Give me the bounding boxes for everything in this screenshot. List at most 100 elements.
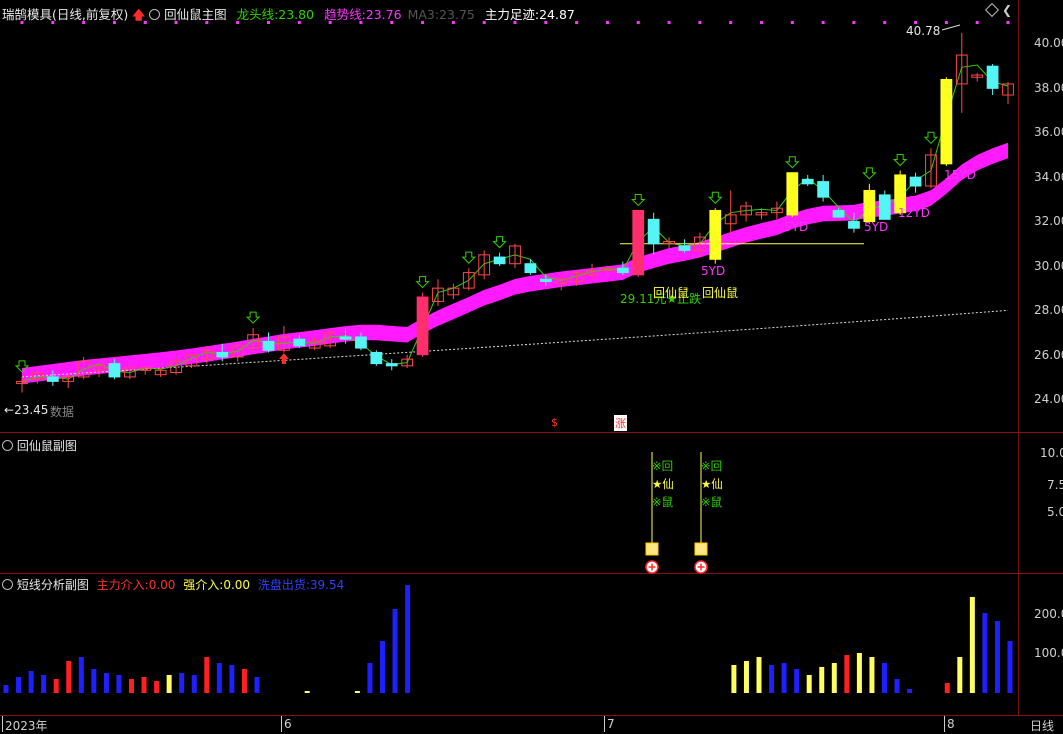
high-pointer bbox=[941, 24, 961, 31]
y-tick: 36.00 bbox=[1034, 125, 1063, 139]
candle-body bbox=[986, 65, 999, 89]
top-signal-dot bbox=[944, 21, 948, 24]
top-signal-dot bbox=[1006, 21, 1010, 24]
candle-body bbox=[632, 209, 645, 276]
line-legend-footprint: 主力足迹:24.87 bbox=[484, 7, 575, 22]
top-signal-dot bbox=[605, 21, 609, 24]
sub2-item: 主力介入:0.00 bbox=[96, 578, 176, 592]
y-tick: 30.00 bbox=[1034, 259, 1063, 273]
down-arrow-icon bbox=[862, 167, 877, 180]
sub2-y-tick: 200.00 bbox=[1034, 607, 1063, 621]
y-tick: 34.00 bbox=[1034, 170, 1063, 184]
sub1-y-tick: 5.00 bbox=[1047, 505, 1063, 519]
settings-circle-icon[interactable] bbox=[2, 579, 13, 590]
stock-name[interactable]: 瑞鹄模具 bbox=[2, 7, 52, 22]
candle-body bbox=[817, 181, 830, 198]
down-arrow-icon bbox=[461, 251, 476, 264]
sub1-header: 回仙鼠副图 bbox=[2, 437, 77, 454]
candle-body bbox=[293, 338, 306, 347]
down-arrow-icon bbox=[708, 191, 723, 204]
signal-column-1: ※回 ★仙 ※鼠 bbox=[652, 459, 674, 509]
candle-body bbox=[786, 172, 799, 216]
yd-label-2: 5YD bbox=[784, 220, 809, 234]
candle-body bbox=[416, 296, 429, 356]
top-signal-dot bbox=[975, 21, 979, 24]
sub2-title[interactable]: 短线分析副图 bbox=[17, 578, 89, 592]
line-legend-ma3: MA3:23.75 bbox=[407, 7, 475, 22]
candle-body bbox=[878, 194, 891, 220]
chart-header: 瑞鹄模具(日线,前复权) 🡅 回仙鼠主图 龙头线:23.80 趋势线:23.76… bbox=[2, 4, 575, 27]
red-up-arrow-icon: 🡅 bbox=[132, 7, 146, 22]
top-signal-dot bbox=[760, 21, 763, 24]
top-signal-dot bbox=[852, 21, 856, 24]
candle-body bbox=[801, 178, 814, 185]
x-label: 7 bbox=[607, 717, 615, 731]
top-signal-dot bbox=[729, 21, 733, 24]
indicator-name[interactable]: 回仙鼠主图 bbox=[164, 7, 227, 22]
top-signal-dot bbox=[667, 21, 671, 24]
down-arrow-icon bbox=[923, 131, 939, 145]
down-arrow-icon bbox=[631, 193, 646, 207]
candle-body bbox=[385, 363, 398, 367]
settings-circle-icon[interactable] bbox=[149, 9, 161, 20]
candle-body bbox=[647, 218, 660, 245]
period-label[interactable]: (日线,前复权) bbox=[52, 7, 128, 22]
candle-body bbox=[832, 209, 845, 218]
candle-body bbox=[709, 209, 722, 260]
rat-label-2: 回仙鼠 bbox=[702, 286, 739, 300]
candle-body bbox=[108, 363, 121, 378]
y-tick: 26.00 bbox=[1034, 348, 1063, 362]
collapse-chevron-icon[interactable]: ❮ bbox=[1002, 3, 1012, 17]
sub1-y-tick: 10.00 bbox=[1040, 446, 1063, 460]
line-legend-trend: 趋势线:23.76 bbox=[324, 7, 402, 22]
top-signal-dot bbox=[698, 21, 702, 24]
y-tick: 28.00 bbox=[1034, 303, 1063, 317]
buy-arrow-icon bbox=[278, 353, 289, 364]
down-arrow-icon bbox=[892, 153, 908, 167]
candle-body bbox=[493, 256, 506, 265]
candle-body bbox=[848, 221, 860, 229]
candle-body bbox=[262, 340, 275, 351]
sub-panel-1[interactable] bbox=[0, 433, 1018, 573]
x-label: 6 bbox=[284, 717, 292, 731]
y-tick: 40.00 bbox=[1034, 36, 1063, 50]
left-note: 数据 bbox=[50, 405, 75, 419]
top-signal-dot bbox=[790, 21, 794, 24]
top-signal-dot bbox=[883, 21, 887, 24]
line-legend-dragon: 龙头线:23.80 bbox=[236, 7, 315, 22]
rat-label-1: 回仙鼠 bbox=[653, 286, 690, 300]
top-signal-dot bbox=[575, 21, 579, 24]
period-tab[interactable]: 日线 bbox=[1030, 717, 1054, 734]
signal-column-2: ※回 ★仙 ※鼠 bbox=[701, 459, 723, 509]
candle-body bbox=[339, 336, 352, 340]
candle-body bbox=[940, 78, 953, 165]
candle-body bbox=[370, 352, 383, 365]
top-signal-dot bbox=[636, 21, 640, 24]
dollar-mark: $ bbox=[551, 416, 558, 429]
top-signal-dot bbox=[821, 21, 825, 24]
candle-body bbox=[46, 376, 59, 382]
yd-label-5: 15YD bbox=[944, 168, 976, 182]
x-label: 8 bbox=[947, 717, 955, 731]
candle-body bbox=[355, 336, 367, 349]
dragon-line bbox=[21, 64, 1009, 382]
high-price-label: 40.78 bbox=[906, 24, 941, 38]
low-price-label: ←23.45 bbox=[4, 403, 49, 417]
candle-body bbox=[216, 352, 229, 358]
sub2-item: 强介入:0.00 bbox=[183, 578, 251, 592]
down-arrow-icon bbox=[245, 311, 261, 324]
yd-label-4: 12YD bbox=[898, 206, 930, 220]
y-tick: 24.00 bbox=[1034, 392, 1063, 406]
sub1-title[interactable]: 回仙鼠副图 bbox=[17, 439, 77, 453]
rise-mark: 涨 bbox=[614, 415, 627, 431]
down-arrow-icon bbox=[785, 156, 800, 169]
sub-panel-2[interactable] bbox=[0, 574, 1018, 715]
candle-body bbox=[524, 263, 537, 274]
candle-body bbox=[909, 176, 922, 187]
yd-label-3: 5YD bbox=[864, 220, 889, 234]
yd-label-1: 5YD bbox=[701, 264, 726, 278]
candle-body bbox=[539, 278, 552, 282]
settings-circle-icon[interactable] bbox=[2, 440, 13, 451]
sub1-y-tick: 7.50 bbox=[1047, 478, 1063, 492]
candle-body bbox=[863, 189, 876, 223]
